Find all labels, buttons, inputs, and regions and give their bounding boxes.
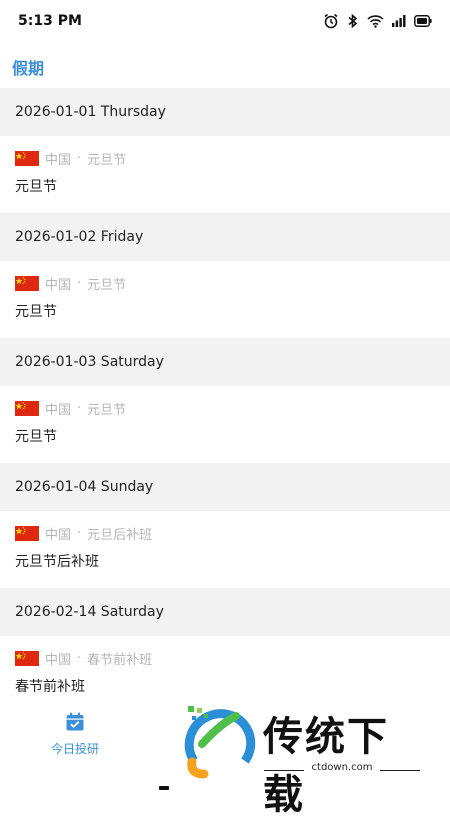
holiday-meta: 中国 · 春节前补班 <box>15 649 152 668</box>
china-flag-icon <box>15 401 39 416</box>
holiday-meta: 中国 · 元旦后补班 <box>15 524 152 543</box>
holiday-entry[interactable]: 中国 · 元旦节 元旦节 <box>0 386 450 463</box>
status-time: 5:13 PM <box>18 13 82 29</box>
china-flag-icon <box>15 151 39 166</box>
watermark-line-right <box>380 770 420 771</box>
battery-icon <box>414 15 432 27</box>
holiday-entry[interactable]: 中国 · 元旦节 元旦节 <box>0 136 450 213</box>
separator: · <box>77 401 82 416</box>
holiday-type: 元旦后补班 <box>87 528 153 543</box>
date-header: 2026-02-14 Saturday <box>0 588 450 636</box>
holiday-entry[interactable]: 中国 · 元旦后补班 元旦节后补班 <box>0 511 450 588</box>
holiday-name: 春节前补班 <box>15 679 85 695</box>
signal-icon <box>392 15 406 27</box>
separator: · <box>77 276 82 291</box>
separator: · <box>77 526 82 541</box>
separator: · <box>77 151 82 166</box>
day-group: 2026-02-14 Saturday 中国 · 春节前补班 春节前补班 <box>0 588 450 713</box>
holiday-name: 元旦节后补班 <box>15 554 99 570</box>
country-label: 中国 <box>45 403 72 418</box>
holiday-meta: 中国 · 元旦节 <box>15 149 126 168</box>
status-bar: 5:13 PM <box>0 0 450 42</box>
china-flag-icon <box>15 651 39 666</box>
holiday-type: 元旦节 <box>87 403 127 418</box>
holiday-name: 元旦节 <box>15 179 57 195</box>
date-header: 2026-01-02 Friday <box>0 213 450 261</box>
holiday-name: 元旦节 <box>15 304 57 320</box>
holiday-name: 元旦节 <box>15 429 57 445</box>
watermark-url: ctdown.com <box>311 762 373 773</box>
separator: · <box>77 651 82 666</box>
day-group: 2026-01-01 Thursday 中国 · 元旦节 元旦节 <box>0 88 450 213</box>
holiday-meta: 中国 · 元旦节 <box>15 274 126 293</box>
holiday-entry[interactable]: 中国 · 元旦节 元旦节 <box>0 261 450 338</box>
ctdown-logo <box>180 704 258 784</box>
holiday-type: 元旦节 <box>87 153 127 168</box>
china-flag-icon <box>15 276 39 291</box>
date-header: 2026-01-03 Saturday <box>0 338 450 386</box>
country-label: 中国 <box>45 653 72 668</box>
nav-label: 今日投研 <box>50 742 99 756</box>
china-flag-icon <box>15 526 39 541</box>
holiday-list[interactable]: 2026-01-01 Thursday 中国 · 元旦节 元旦节 2026-01-0… <box>0 88 450 713</box>
holiday-meta: 中国 · 元旦节 <box>15 399 126 418</box>
nav-item-today-research[interactable]: 今日投研 <box>40 712 110 757</box>
country-label: 中国 <box>45 153 72 168</box>
wifi-icon <box>367 14 384 28</box>
page-title: 假期 <box>12 59 45 78</box>
day-group: 2026-01-04 Sunday 中国 · 元旦后补班 元旦节后补班 <box>0 463 450 588</box>
holiday-type: 春节前补班 <box>87 653 153 668</box>
calendar-check-icon <box>65 712 85 736</box>
day-group: 2026-01-02 Friday 中国 · 元旦节 元旦节 <box>0 213 450 338</box>
country-label: 中国 <box>45 528 72 543</box>
bluetooth-icon <box>347 13 359 29</box>
day-group: 2026-01-03 Saturday 中国 · 元旦节 元旦节 <box>0 338 450 463</box>
watermark: 传统下载 ctdown.com <box>180 704 425 818</box>
country-label: 中国 <box>45 278 72 293</box>
alarm-icon <box>323 13 339 29</box>
date-header: 2026-01-04 Sunday <box>0 463 450 511</box>
date-header: 2026-01-01 Thursday <box>0 88 450 136</box>
status-icons <box>323 13 432 29</box>
home-indicator <box>159 786 169 790</box>
holiday-type: 元旦节 <box>87 278 127 293</box>
